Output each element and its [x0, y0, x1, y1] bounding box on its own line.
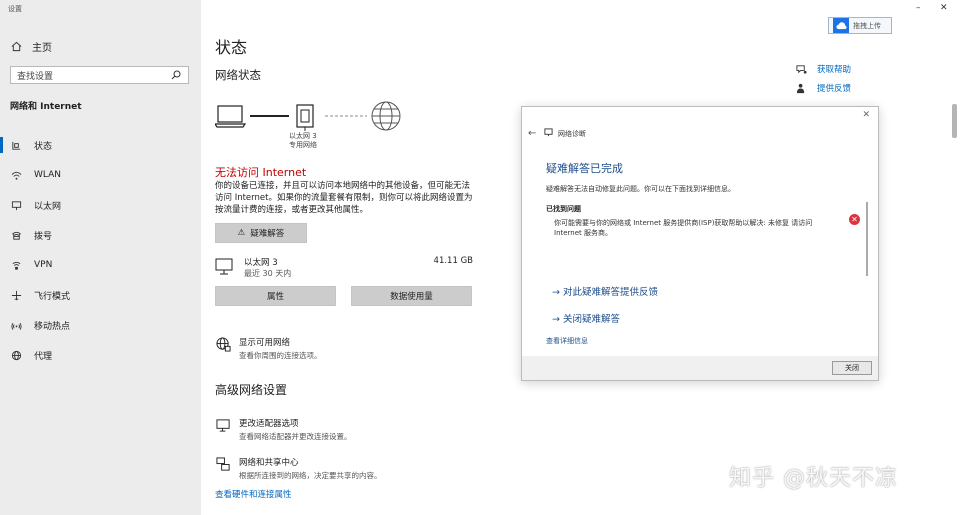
help-chat-icon	[795, 63, 807, 75]
error-icon: ✕	[849, 214, 860, 225]
data-usage-button[interactable]: 数据使用量	[351, 286, 472, 306]
airplane-icon	[10, 289, 22, 301]
adapter-options-sub: 查看网络适配器并更改连接设置。	[239, 432, 352, 441]
sidebar-item-label: 代理	[34, 351, 53, 362]
sidebar-item-hotspot[interactable]: 移动热点	[0, 310, 201, 340]
ethernet-name: 以太网 3	[244, 258, 278, 268]
globe-icon	[10, 349, 22, 361]
details-link[interactable]: 查看详细信息	[546, 336, 588, 346]
diagnostics-dialog: ✕ ← 网络诊断 疑难解答已完成 疑难解答无法自动修复此问题。你可以在下面找到详…	[521, 106, 879, 381]
sidebar-item-dialup[interactable]: 拨号	[0, 220, 201, 250]
home-nav[interactable]: 主页	[10, 39, 52, 54]
ethernet-usage: 以太网 3 最近 30 天内 41.11 GB	[215, 256, 473, 278]
upload-label: 拖拽上传	[853, 21, 881, 30]
error-text: 你的设备已连接，并且可以访问本地网络中的其他设备，但可能无法访问 Interne…	[215, 181, 473, 215]
laptop-icon	[215, 105, 247, 128]
sharing-center-sub: 根据所连接到的网络，决定要共享的内容。	[239, 471, 382, 480]
cloud-upload-icon	[833, 18, 849, 33]
sidebar-item-label: VPN	[34, 260, 53, 270]
search-icon[interactable]	[170, 69, 182, 81]
show-networks-link[interactable]: 显示可用网络 查看你周围的连接选项。	[215, 336, 322, 361]
dialog-close-icon[interactable]: ✕	[862, 110, 870, 120]
found-label: 已找到问题	[546, 205, 581, 213]
page-title: 状态	[215, 38, 248, 57]
dialog-close-button[interactable]: 关闭	[832, 361, 872, 375]
warning-icon: ⚠	[237, 228, 246, 238]
wifi-icon	[10, 169, 22, 181]
internet-globe-icon	[371, 101, 401, 131]
back-arrow-icon[interactable]: ←	[528, 128, 536, 139]
router-icon	[296, 104, 314, 131]
properties-button[interactable]: 属性	[215, 286, 336, 306]
feedback-icon	[795, 82, 807, 94]
vpn-icon	[10, 259, 22, 271]
dialog-footer: 关闭	[522, 356, 878, 380]
feedback-link[interactable]: 提供反馈	[795, 82, 851, 94]
diagnostics-icon	[544, 128, 553, 139]
sidebar-nav: 状态 WLAN 以太网 拨号 VPN 飞行模式 移动热点 代理	[0, 130, 201, 370]
upload-widget[interactable]: 拖拽上传	[828, 17, 892, 34]
sidebar-item-label: WLAN	[34, 170, 62, 180]
home-net-icon	[10, 139, 22, 151]
sidebar-item-airplane[interactable]: 飞行模式	[0, 280, 201, 310]
show-networks-title: 显示可用网络	[239, 338, 291, 348]
home-icon	[10, 41, 22, 53]
close-button[interactable]: ✕	[940, 3, 948, 13]
advanced-heading: 高级网络设置	[215, 383, 288, 397]
get-help-link[interactable]: 获取帮助	[795, 63, 851, 75]
home-label: 主页	[32, 43, 52, 54]
sharing-center-link[interactable]: 网络和共享中心 根据所连接到的网络，决定要共享的内容。	[215, 456, 382, 481]
sidebar-item-vpn[interactable]: VPN	[0, 250, 201, 280]
ethernet-period: 最近 30 天内	[244, 269, 292, 278]
watermark: 知乎 @秋天不凉	[729, 466, 898, 491]
sidebar-item-proxy[interactable]: 代理	[0, 340, 201, 370]
sidebar: 设置 主页 查找设置 网络和 Internet 状态 WLAN 以太网 拨号 V…	[0, 0, 201, 515]
troubleshoot-button[interactable]: ⚠ 疑难解答	[215, 223, 307, 243]
diagram-label: 以太网 3 专用网络	[289, 132, 317, 149]
ethernet-pc-icon	[215, 258, 235, 276]
category-title: 网络和 Internet	[10, 102, 82, 112]
adapter-options-link[interactable]: 更改适配器选项 查看网络适配器并更改连接设置。	[215, 417, 352, 442]
sidebar-item-label: 飞行模式	[34, 291, 71, 302]
hotspot-icon	[10, 319, 22, 331]
dialog-heading: 疑难解答已完成	[546, 162, 623, 175]
minimize-button[interactable]: –	[916, 3, 921, 13]
adapter-options-title: 更改适配器选项	[239, 419, 299, 429]
issue-text: 你可能需要与你的网络或 Internet 服务提供商(ISP)获取帮助以解决: …	[554, 219, 813, 237]
sidebar-item-status[interactable]: 状态	[0, 130, 201, 160]
globe-net-icon	[215, 336, 231, 352]
issue-box: 已找到问题 你可能需要与你的网络或 Internet 服务提供商(ISP)获取帮…	[546, 202, 868, 276]
search-input[interactable]: 查找设置	[17, 69, 53, 82]
sidebar-item-ethernet[interactable]: 以太网	[0, 190, 201, 220]
search-box[interactable]: 查找设置	[10, 66, 189, 84]
adapter-icon	[215, 417, 231, 433]
page-scrollbar[interactable]	[952, 104, 957, 138]
ethernet-icon	[10, 199, 22, 211]
sidebar-item-label: 移动热点	[34, 321, 71, 332]
show-networks-sub: 查看你周围的连接选项。	[239, 351, 322, 360]
close-troubleshooter-link[interactable]: → 关闭疑难解答	[552, 311, 620, 325]
dialog-description: 疑难解答无法自动修复此问题。你可以在下面找到详细信息。	[546, 185, 735, 193]
sidebar-item-label: 以太网	[34, 201, 62, 212]
hardware-properties-link[interactable]: 查看硬件和连接属性	[215, 488, 292, 500]
dialog-title: 网络诊断	[544, 128, 586, 139]
window-title: 设置	[8, 5, 22, 13]
sidebar-item-label: 拨号	[34, 231, 53, 242]
sidebar-item-wlan[interactable]: WLAN	[0, 160, 201, 190]
dialup-icon	[10, 229, 22, 241]
network-status-heading: 网络状态	[215, 68, 261, 82]
error-title: 无法访问 Internet	[215, 166, 307, 179]
sharing-center-title: 网络和共享中心	[239, 458, 299, 468]
sidebar-item-label: 状态	[34, 141, 53, 152]
feedback-troubleshooter-link[interactable]: → 对此疑难解答提供反馈	[552, 284, 658, 298]
sharing-icon	[215, 456, 231, 472]
ethernet-data-size: 41.11 GB	[433, 256, 473, 266]
